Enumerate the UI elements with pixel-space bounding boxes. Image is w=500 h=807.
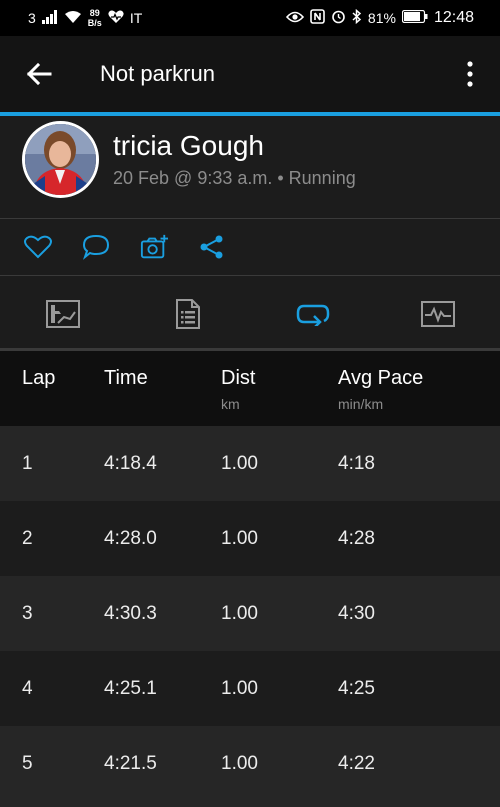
- laps-table-header: Lap Time Dist km Avg Pace min/km: [0, 351, 500, 426]
- lap-time: 4:18.4: [104, 453, 157, 474]
- status-bar: 3 89 B/s IT 81% 12:48: [0, 0, 500, 36]
- avatar[interactable]: [22, 121, 99, 198]
- lap-number: 3: [22, 603, 33, 624]
- app-bar: Not parkrun: [0, 36, 500, 112]
- column-label: Avg Pace: [338, 367, 424, 389]
- column-header-time: Time: [104, 367, 148, 390]
- tab-overview[interactable]: [0, 276, 125, 351]
- column-header-lap: Lap: [22, 367, 55, 390]
- back-button[interactable]: [0, 36, 78, 112]
- network-speed-value: 89: [89, 8, 100, 18]
- lap-number: 4: [22, 678, 33, 699]
- lap-distance: 1.00: [221, 753, 258, 774]
- action-bar: [0, 219, 500, 275]
- table-row[interactable]: 3 4:30.3 1.00 4:30: [0, 576, 500, 651]
- tab-details[interactable]: [125, 276, 250, 351]
- tab-bar: [0, 276, 500, 351]
- activity-meta: 20 Feb @ 9:33 a.m. • Running: [113, 168, 356, 188]
- column-unit: km: [221, 396, 240, 412]
- lap-distance: 1.00: [221, 678, 258, 699]
- overflow-menu-button[interactable]: [440, 36, 500, 112]
- bluetooth-icon: [352, 8, 362, 27]
- lap-number: 2: [22, 528, 33, 549]
- column-label: Time: [104, 367, 148, 389]
- column-label: Lap: [22, 367, 56, 389]
- lap-time: 4:25.1: [104, 678, 157, 699]
- add-photo-icon[interactable]: [140, 233, 168, 261]
- column-header-dist: Dist km: [221, 367, 255, 412]
- column-label: Dist: [221, 367, 256, 389]
- lap-number: 1: [22, 453, 33, 474]
- health-icon: [108, 10, 124, 27]
- table-row[interactable]: 4 4:25.1 1.00 4:25: [0, 651, 500, 726]
- share-icon[interactable]: [198, 233, 226, 261]
- details-tab-icon: [175, 298, 200, 329]
- carrier-label: 3: [28, 10, 36, 26]
- column-header-avg-pace: Avg Pace min/km: [338, 367, 423, 412]
- heart-icon[interactable]: [24, 233, 52, 261]
- signal-icon: [41, 9, 58, 27]
- back-arrow-icon: [26, 62, 52, 86]
- lap-avg-pace: 4:22: [338, 753, 375, 774]
- lap-distance: 1.00: [221, 528, 258, 549]
- lap-avg-pace: 4:18: [338, 453, 375, 474]
- lap-avg-pace: 4:30: [338, 603, 375, 624]
- user-name[interactable]: tricia Gough: [113, 130, 264, 162]
- alarm-icon: [331, 9, 346, 27]
- laps-tab-icon: [296, 304, 329, 326]
- wifi-icon: [64, 10, 82, 27]
- region-label: IT: [129, 10, 143, 26]
- lap-distance: 1.00: [221, 453, 258, 474]
- column-unit: min/km: [338, 396, 384, 412]
- lap-time: 4:21.5: [104, 753, 157, 774]
- more-vert-icon: [467, 61, 473, 87]
- table-row[interactable]: 2 4:28.0 1.00 4:28: [0, 501, 500, 576]
- overview-tab-icon: [45, 299, 80, 328]
- tab-charts[interactable]: [375, 276, 500, 351]
- table-row[interactable]: 5 4:21.5 1.00 4:22: [0, 726, 500, 807]
- status-right: 81% 12:48: [285, 8, 474, 27]
- lap-time: 4:30.3: [104, 603, 157, 624]
- comment-icon[interactable]: [82, 233, 110, 261]
- network-speed-unit: B/s: [87, 18, 102, 28]
- lap-avg-pace: 4:28: [338, 528, 375, 549]
- activity-header: tricia Gough 20 Feb @ 9:33 a.m. • Runnin…: [0, 116, 500, 218]
- chart-tab-icon: [420, 300, 455, 327]
- eye-icon: [285, 10, 304, 26]
- page-title: Not parkrun: [100, 61, 215, 86]
- battery-icon: [401, 9, 428, 26]
- lap-number: 5: [22, 753, 33, 774]
- lap-avg-pace: 4:25: [338, 678, 375, 699]
- status-left: 3 89 B/s IT: [28, 8, 142, 28]
- tab-laps[interactable]: [250, 276, 375, 351]
- battery-percent: 81%: [367, 10, 396, 26]
- table-row[interactable]: 1 4:18.4 1.00 4:18: [0, 426, 500, 501]
- lap-time: 4:28.0: [104, 528, 157, 549]
- nfc-icon: [310, 9, 325, 27]
- lap-distance: 1.00: [221, 603, 258, 624]
- network-speed: 89 B/s: [88, 8, 102, 28]
- clock: 12:48: [433, 9, 474, 26]
